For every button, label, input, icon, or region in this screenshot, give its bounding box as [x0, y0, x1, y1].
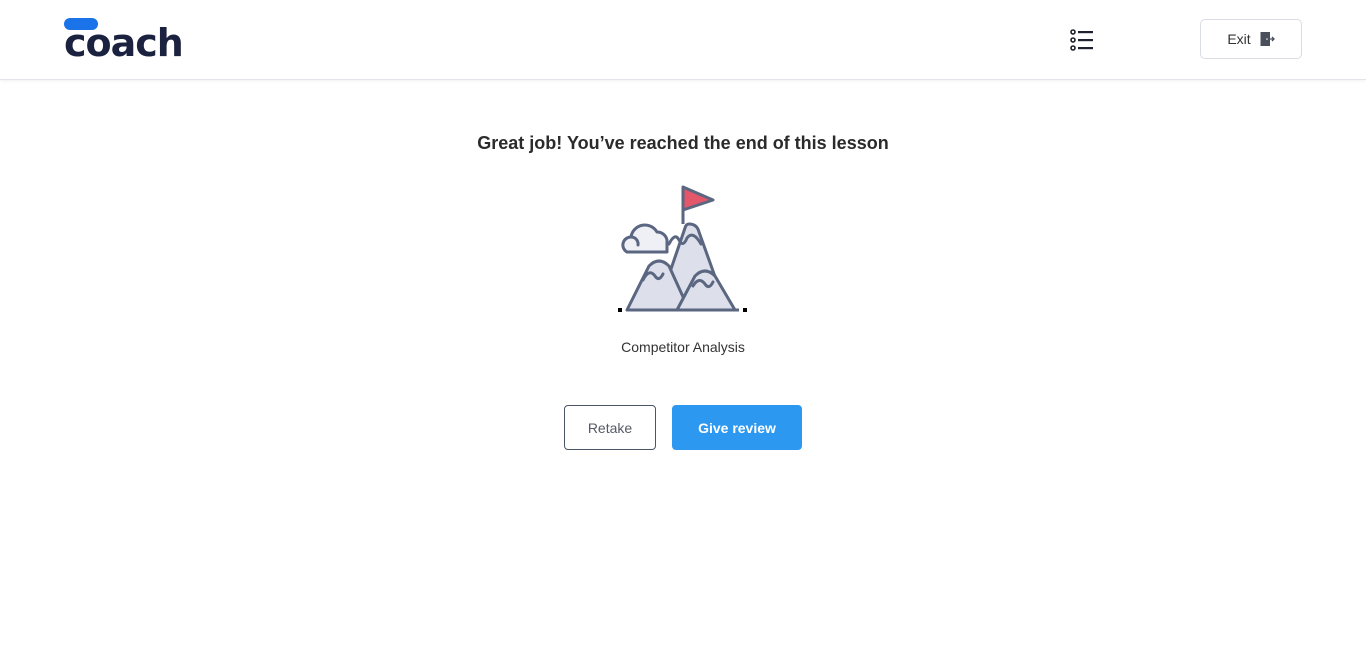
exit-door-icon	[1260, 32, 1275, 46]
completion-title: Great job! You’ve reached the end of thi…	[477, 133, 889, 154]
retake-button[interactable]: Retake	[564, 405, 656, 450]
logo-text: coach	[64, 21, 184, 65]
exit-button[interactable]: Exit	[1200, 19, 1302, 59]
give-review-button[interactable]: Give review	[672, 405, 802, 450]
top-bar: coach Exit	[0, 0, 1366, 80]
exit-label: Exit	[1227, 31, 1251, 47]
lesson-name: Competitor Analysis	[621, 339, 745, 355]
coach-logo[interactable]: coach	[64, 18, 184, 64]
mountain-flag-icon	[613, 182, 753, 316]
lesson-outline-button[interactable]	[1068, 26, 1096, 54]
list-icon	[1070, 29, 1093, 51]
